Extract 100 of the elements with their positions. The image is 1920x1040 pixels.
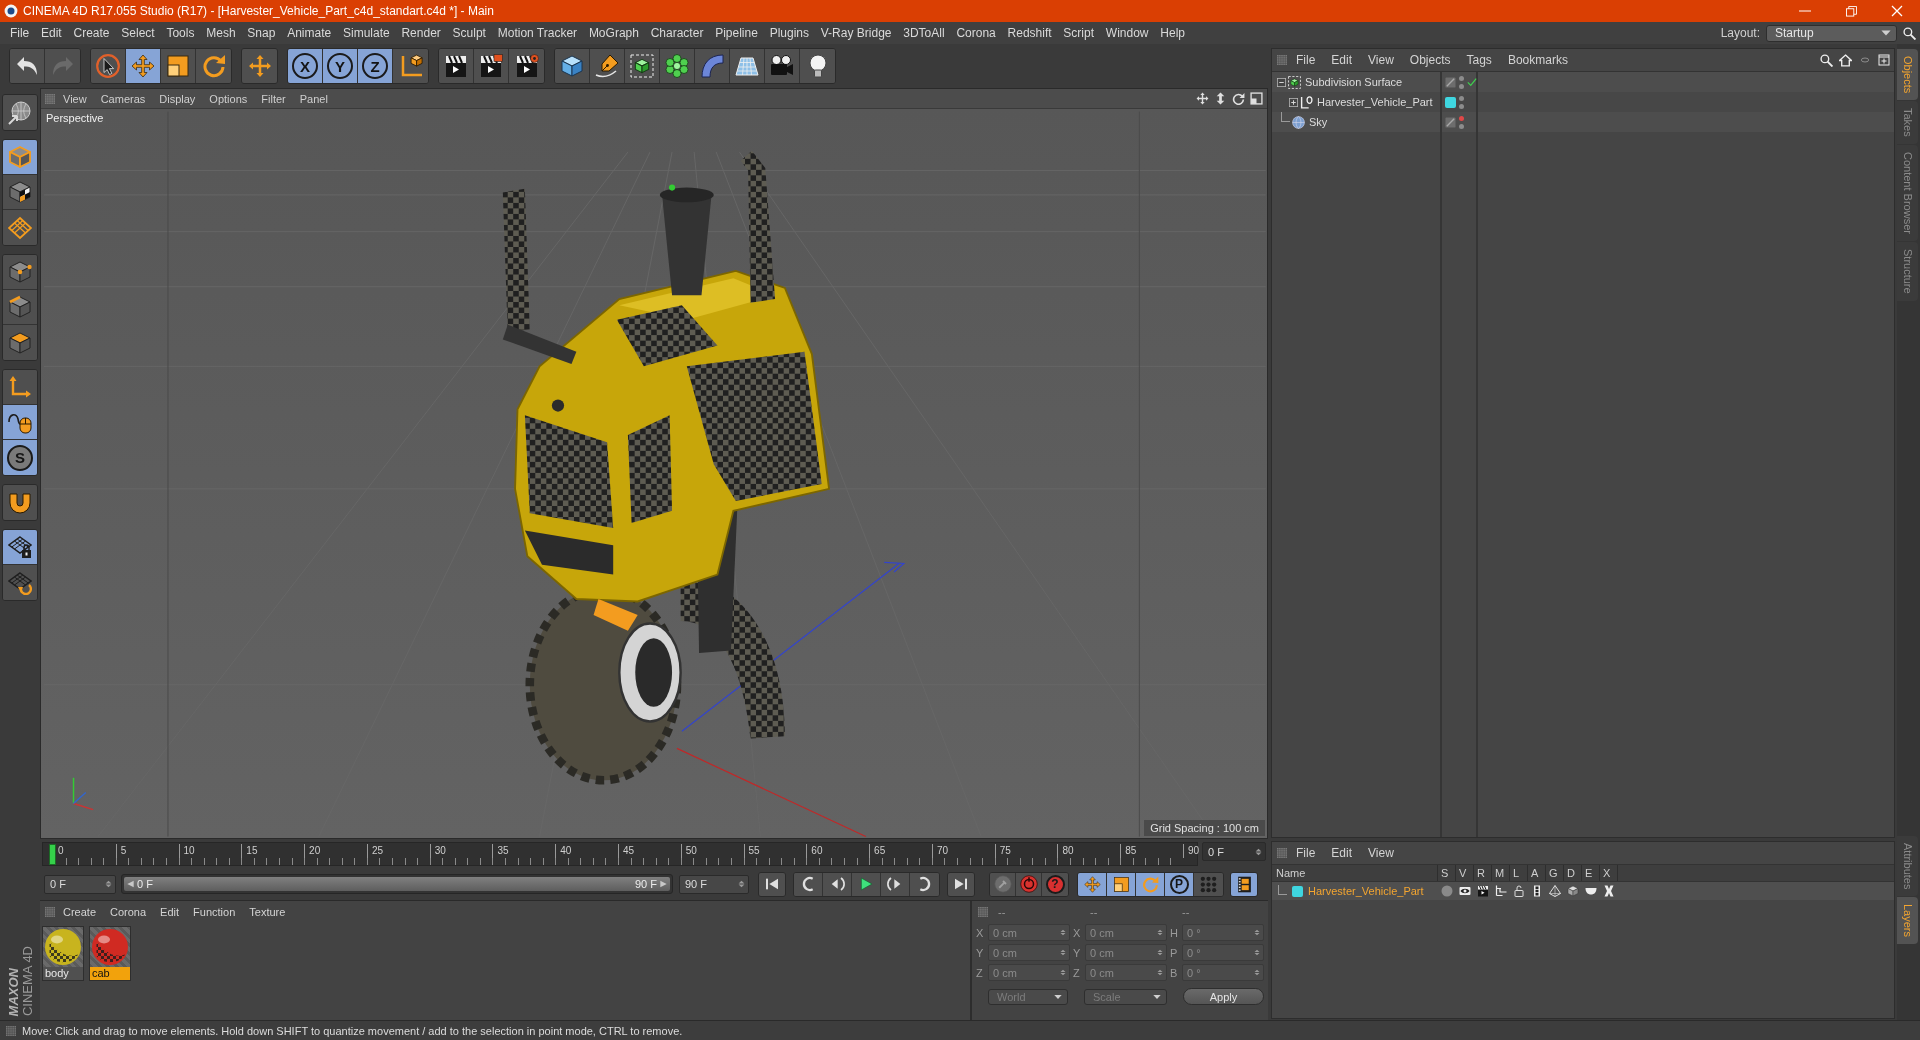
arrow-right-icon[interactable]	[660, 880, 667, 888]
go-start-button[interactable]	[759, 872, 785, 896]
menu-item[interactable]: Function	[187, 906, 242, 918]
lens-icon[interactable]	[1858, 56, 1872, 64]
menu-item[interactable]: Bookmarks	[1500, 53, 1575, 67]
editor-visibility-icon[interactable]	[1459, 75, 1464, 81]
menu-item[interactable]: Edit	[154, 906, 186, 918]
editor-visibility-icon[interactable]	[1459, 95, 1464, 101]
column-header[interactable]: S	[1438, 865, 1456, 881]
render-view-button[interactable]	[439, 49, 474, 83]
column-header[interactable]: Name	[1272, 865, 1438, 881]
snap-button[interactable]	[3, 485, 37, 520]
hierarchy-icon[interactable]	[1495, 885, 1507, 897]
menu-item[interactable]: File	[1289, 53, 1323, 67]
lock-workplane-button[interactable]	[3, 530, 37, 565]
menu-item[interactable]: View	[1361, 846, 1401, 860]
object-name[interactable]: Subdivision Surface	[1305, 76, 1403, 88]
side-tab[interactable]: Layers	[1897, 896, 1918, 944]
render-visibility-icon[interactable]	[1459, 123, 1464, 129]
menu-item[interactable]: Options	[203, 92, 254, 105]
render-visibility-icon[interactable]	[1459, 103, 1464, 109]
grip-icon[interactable]	[1277, 55, 1287, 65]
menu-item[interactable]: View	[57, 92, 93, 105]
layer-swatch-icon[interactable]	[1445, 96, 1456, 108]
rotate-view-icon[interactable]	[1232, 92, 1245, 105]
menu-item[interactable]: Create	[57, 906, 103, 918]
points-button[interactable]	[3, 255, 37, 290]
object-name[interactable]: Sky	[1309, 116, 1328, 128]
menu-item[interactable]: Animate	[281, 26, 338, 40]
grip-icon[interactable]	[1277, 848, 1287, 858]
object-row[interactable]: Sky	[1272, 112, 1894, 132]
prev-key-button[interactable]	[794, 872, 823, 896]
go-end-button[interactable]	[948, 872, 974, 896]
grip-icon[interactable]	[978, 907, 988, 917]
menu-item[interactable]: Script	[1057, 26, 1100, 40]
slashed-square-icon[interactable]	[1445, 116, 1456, 128]
new-panel-icon[interactable]	[1878, 54, 1890, 66]
column-header[interactable]: L	[1510, 865, 1528, 881]
layer-row[interactable]: Harvester_Vehicle_Part	[1272, 882, 1894, 900]
model-button[interactable]	[3, 140, 37, 175]
key-move-button[interactable]	[1078, 872, 1107, 896]
recent-button[interactable]	[242, 49, 277, 83]
move-view-icon[interactable]	[1196, 92, 1209, 105]
arrow-left-icon[interactable]	[127, 880, 134, 888]
column-header[interactable]: E	[1582, 865, 1600, 881]
menu-item[interactable]: Tags	[1459, 53, 1499, 67]
slashed-square-icon[interactable]	[1445, 76, 1456, 88]
layer-name[interactable]: Harvester_Vehicle_Part	[1308, 885, 1424, 897]
pyramid-icon[interactable]	[1549, 885, 1561, 897]
tweak-button[interactable]	[3, 405, 37, 440]
render-visibility-icon[interactable]	[1459, 83, 1464, 89]
menu-item[interactable]: 3DToAll	[897, 26, 951, 40]
menu-item[interactable]: Corona	[950, 26, 1002, 40]
start-frame-field[interactable]: 0 F	[44, 874, 116, 894]
menu-item[interactable]: Mesh	[200, 26, 242, 40]
make-editable-button[interactable]	[3, 95, 37, 130]
menu-item[interactable]: MoGraph	[583, 26, 645, 40]
axis-mode-button[interactable]	[3, 370, 37, 405]
menu-item[interactable]: File	[1289, 846, 1323, 860]
key-scale-button[interactable]	[1107, 872, 1136, 896]
menu-item[interactable]: Cameras	[94, 92, 152, 105]
search-icon[interactable]	[1903, 26, 1916, 40]
axis-button[interactable]: Y	[323, 49, 358, 83]
select-button[interactable]	[91, 49, 126, 83]
menu-item[interactable]: Character	[644, 26, 710, 40]
column-header[interactable]: G	[1546, 865, 1564, 881]
menu-item[interactable]: Help	[1154, 26, 1191, 40]
key-rotate-button[interactable]	[1136, 872, 1165, 896]
bowl-icon[interactable]	[1585, 885, 1597, 897]
object-name[interactable]: Harvester_Vehicle_Part	[1317, 96, 1433, 108]
menu-item[interactable]: Filter	[255, 92, 292, 105]
column-header[interactable]: M	[1492, 865, 1510, 881]
menu-item[interactable]: Select	[115, 26, 161, 40]
column-header[interactable]: A	[1528, 865, 1546, 881]
column-header[interactable]: R	[1474, 865, 1492, 881]
menu-item[interactable]: Edit	[1324, 53, 1360, 67]
end-frame-field[interactable]: 90 F	[679, 874, 749, 894]
timeline-button[interactable]	[1231, 872, 1257, 896]
menu-item[interactable]: Render	[395, 26, 447, 40]
maximize-icon[interactable]	[1250, 92, 1263, 105]
cube-icon[interactable]	[1567, 885, 1579, 897]
menu-item[interactable]: Pipeline	[709, 26, 764, 40]
menu-item[interactable]: Tools	[160, 26, 201, 40]
object-row[interactable]: Subdivision Surface	[1272, 72, 1894, 92]
axis-button[interactable]: Z	[358, 49, 393, 83]
grip-icon[interactable]	[45, 93, 55, 104]
menu-item[interactable]: Plugins	[763, 26, 815, 40]
x-shape-icon[interactable]	[1603, 885, 1615, 897]
layout-dropdown[interactable]: Startup	[1766, 24, 1897, 42]
column-header[interactable]: D	[1564, 865, 1582, 881]
material-tile[interactable]: cab	[89, 926, 131, 981]
material-tile[interactable]: body	[42, 926, 84, 981]
expand-icon[interactable]	[1289, 97, 1298, 107]
menu-item[interactable]: Objects	[1402, 53, 1458, 67]
check-icon[interactable]	[1467, 77, 1477, 87]
menu-item[interactable]: Corona	[104, 906, 153, 918]
layer-swatch-icon[interactable]	[1292, 885, 1303, 897]
key-param-button[interactable]: P	[1165, 872, 1194, 896]
menu-item[interactable]: Edit	[1324, 846, 1360, 860]
viewport-canvas[interactable]: Perspective Grid Spacing : 100 cm	[41, 109, 1267, 838]
